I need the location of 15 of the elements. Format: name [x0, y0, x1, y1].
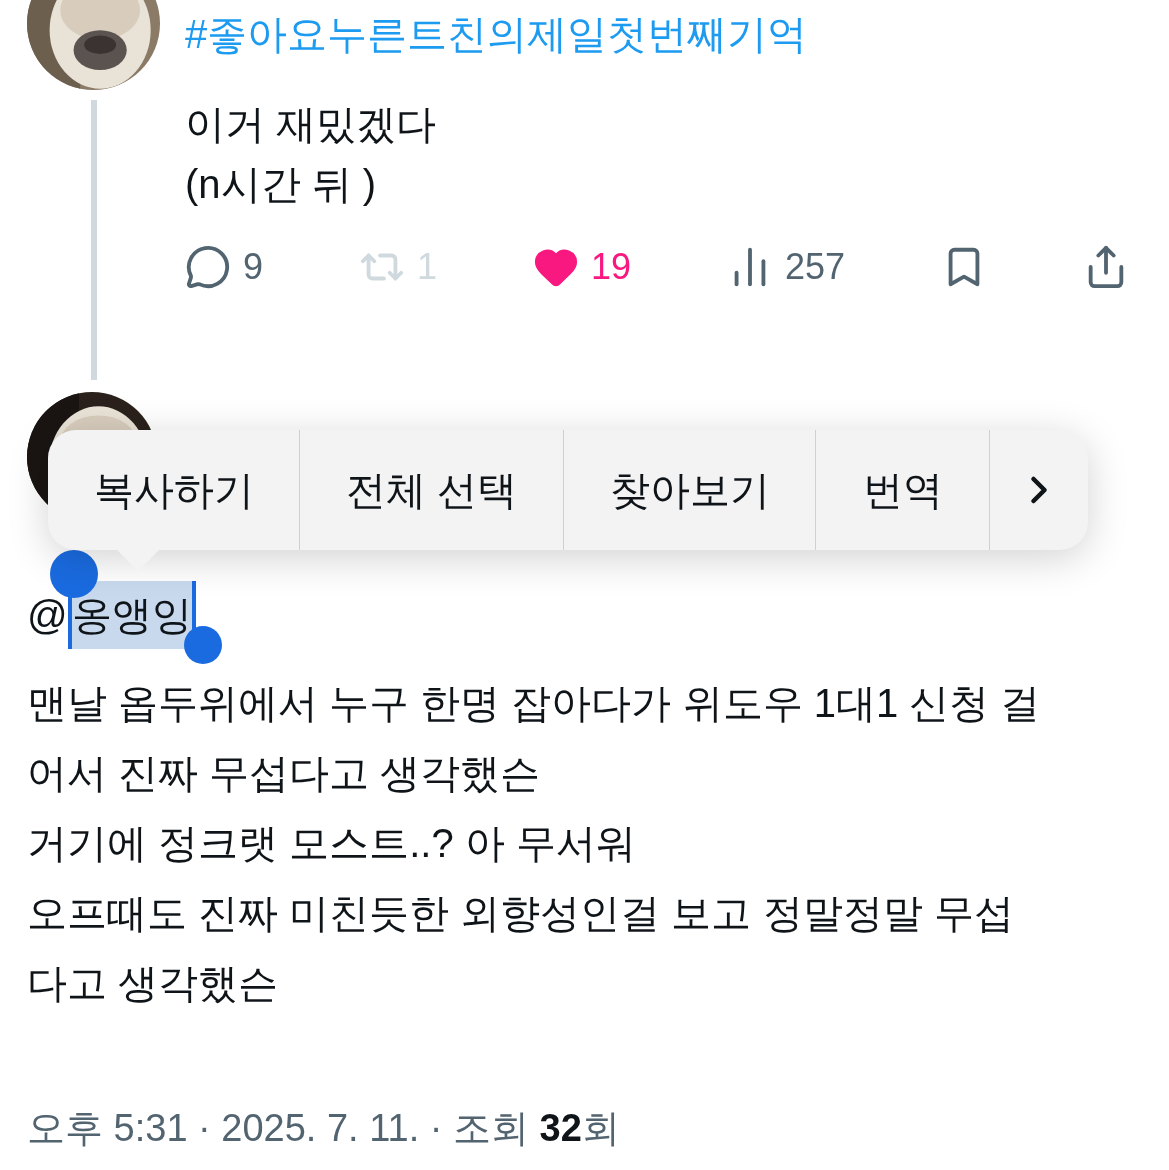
views-button[interactable]: 257: [726, 240, 846, 294]
selected-mention[interactable]: 옹앵잉: [67, 581, 196, 649]
menu-item[interactable]: 찾아보기: [564, 430, 816, 550]
tweet-body: 맨날 옵두위에서 누구 한명 잡아다가 위도우 1대1 신청 걸 어서 진짜 무섭다고 생각했슨 거기에 정크랫 모스트..? 아 무서워 오프때도 진짜 미친듯한 외향성인걸 보고 정말정말 무섭 다고 생각했슨: [27, 680, 1042, 1007]
menu-item[interactable]: 번역: [816, 430, 990, 550]
like-button[interactable]: 19: [532, 240, 631, 294]
selection-handle[interactable]: [50, 550, 98, 598]
selection-handle[interactable]: [184, 626, 222, 664]
tweet-meta: 오후 5:31 · 2025. 7. 11. · 조회 32회: [27, 1106, 621, 1151]
reply-button[interactable]: 9: [185, 240, 264, 294]
speech-bubble-icon: [185, 244, 231, 290]
menu-item[interactable]: 전체 선택: [300, 430, 564, 550]
menu-item[interactable]: 복사하기: [48, 430, 300, 550]
reply-text: 이거 재밌겠다 (n시간 뒤 ): [185, 101, 438, 208]
at-sign: @: [27, 592, 68, 639]
